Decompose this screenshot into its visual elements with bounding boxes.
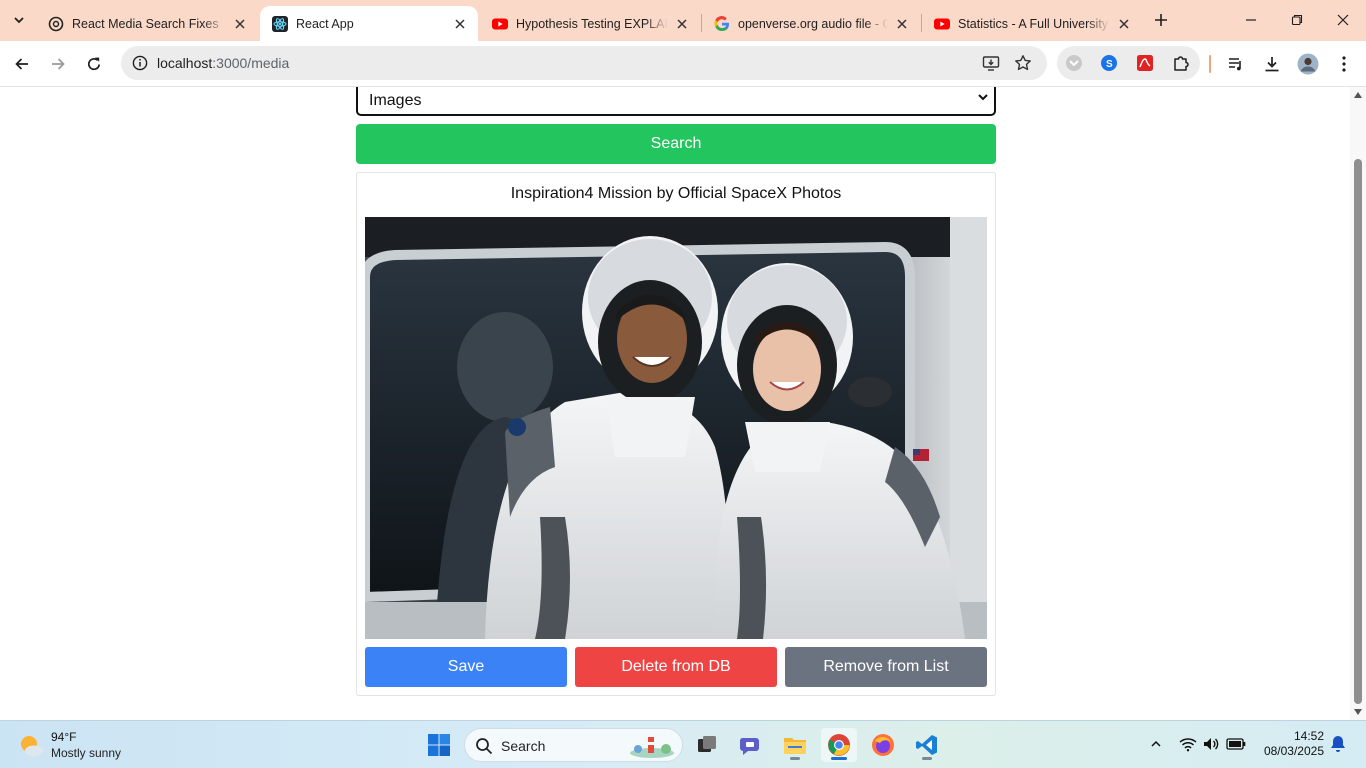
tab-title: openverse.org audio file - Google: [738, 16, 888, 31]
firefox-icon[interactable]: [865, 728, 901, 762]
acrobat-extension-icon[interactable]: [1134, 52, 1156, 74]
tab-title: Hypothesis Testing EXPLAINED: [516, 16, 668, 31]
scroll-down-arrow-icon[interactable]: [1353, 708, 1363, 716]
battery-icon[interactable]: [1225, 733, 1247, 755]
search-button[interactable]: Search: [356, 124, 996, 164]
extensions-group: S: [1057, 46, 1200, 80]
site-info-icon[interactable]: [128, 51, 152, 75]
windows-logo-icon: [428, 734, 450, 756]
tab-react-media-search-fixes[interactable]: React Media Search Fixes: [36, 6, 258, 41]
media-title: Inspiration4 Mission by Official SpaceX …: [510, 185, 842, 202]
forward-icon[interactable]: [43, 49, 73, 79]
clock-time: 14:52: [1293, 729, 1324, 743]
media-result-card: Inspiration4 Mission by Official SpaceX …: [356, 172, 996, 696]
svg-text:S: S: [1106, 59, 1113, 70]
chrome-menu-icon[interactable]: [1329, 49, 1359, 79]
tab-title: React Media Search Fixes: [72, 16, 219, 31]
system-clock[interactable]: 14:52 08/03/2025: [1258, 729, 1324, 759]
extensions-puzzle-icon[interactable]: [1170, 52, 1192, 74]
browser-toolbar: localhost:3000/media S: [0, 41, 1366, 87]
media-image: [365, 217, 987, 639]
tab-search-menu-icon[interactable]: [7, 8, 31, 32]
notification-bell-icon[interactable]: [1327, 733, 1349, 755]
reload-icon[interactable]: [79, 49, 109, 79]
app-active-indicator: [831, 757, 847, 760]
toolbar-separator: [1209, 55, 1211, 73]
vscode-icon[interactable]: [909, 728, 945, 762]
media-type-select[interactable]: Images: [356, 87, 996, 116]
taskbar-search-placeholder: Search: [501, 738, 546, 754]
new-tab-icon[interactable]: [1149, 8, 1173, 32]
weather-temp: 94°F: [51, 730, 77, 744]
chrome-taskbar-icon[interactable]: [821, 728, 857, 762]
close-window-icon[interactable]: [1320, 0, 1366, 40]
media-actions: Save Delete from DB Remove from List: [365, 647, 987, 687]
openai-icon: [48, 16, 64, 32]
chevron-down-icon: [978, 94, 988, 101]
show-hidden-icons-chevron-icon[interactable]: [1145, 733, 1167, 755]
file-explorer-icon[interactable]: [777, 728, 813, 762]
url-text: localhost:3000/media: [157, 55, 289, 71]
teams-chat-icon[interactable]: [733, 728, 769, 762]
shield-extension-icon[interactable]: [1063, 52, 1085, 74]
taskbar-search[interactable]: Search: [464, 728, 683, 762]
clock-date: 08/03/2025: [1263, 744, 1324, 758]
delete-from-db-button[interactable]: Delete from DB: [575, 647, 777, 687]
close-tab-icon[interactable]: [674, 16, 690, 32]
remove-from-list-button[interactable]: Remove from List: [785, 647, 987, 687]
tab-strip: React Media Search Fixes React App Hypot…: [0, 0, 1366, 41]
search-icon: [476, 738, 493, 755]
wifi-icon[interactable]: [1177, 733, 1199, 755]
back-icon[interactable]: [7, 49, 37, 79]
restore-icon[interactable]: [1274, 0, 1320, 40]
install-app-icon[interactable]: [979, 51, 1003, 75]
page-viewport: Images Search Inspiration4 Mission by Of…: [0, 87, 1350, 720]
url-host: localhost: [157, 55, 213, 71]
tab-openverse-audio[interactable]: openverse.org audio file - Google: [702, 6, 920, 41]
app-running-indicator: [922, 757, 932, 760]
media-type-selected: Images: [369, 92, 422, 109]
downloads-icon[interactable]: [1257, 49, 1287, 79]
windows-taskbar: 94°F Mostly sunny Search 14:52 08/03/202…: [0, 720, 1366, 768]
tab-react-app[interactable]: React App: [260, 6, 478, 41]
task-view-icon[interactable]: [689, 728, 725, 762]
start-button[interactable]: [421, 728, 457, 762]
tab-statistics-course[interactable]: Statistics - A Full University Course: [922, 6, 1142, 41]
youtube-icon: [492, 16, 508, 32]
tab-title: React App: [296, 16, 354, 31]
tab-hypothesis-testing[interactable]: Hypothesis Testing EXPLAINED: [480, 6, 700, 41]
profile-avatar-icon[interactable]: [1293, 49, 1323, 79]
react-icon: [272, 15, 288, 32]
partly-sunny-icon: [21, 736, 43, 757]
weather-condition: Mostly sunny: [51, 746, 122, 760]
volume-icon[interactable]: [1200, 733, 1222, 755]
close-tab-icon[interactable]: [894, 16, 910, 32]
page-scrollbar[interactable]: [1350, 87, 1366, 720]
tab-title: Statistics - A Full University Course: [958, 16, 1110, 31]
close-tab-icon[interactable]: [452, 16, 468, 32]
url-path: :3000/media: [212, 55, 290, 71]
scrollbar-thumb[interactable]: [1354, 159, 1362, 704]
s-extension-icon[interactable]: S: [1098, 52, 1120, 74]
scroll-up-arrow-icon[interactable]: [1353, 91, 1363, 99]
app-running-indicator: [790, 757, 800, 760]
address-bar[interactable]: localhost:3000/media: [121, 46, 1047, 80]
search-highlight-icon: [630, 737, 674, 758]
save-button[interactable]: Save: [365, 647, 567, 687]
youtube-icon: [934, 16, 950, 32]
google-icon: [714, 15, 730, 32]
close-tab-icon[interactable]: [232, 16, 248, 32]
media-controls-icon[interactable]: [1221, 49, 1251, 79]
minimize-icon[interactable]: [1228, 0, 1274, 40]
bookmark-star-icon[interactable]: [1011, 51, 1035, 75]
close-tab-icon[interactable]: [1116, 16, 1132, 32]
